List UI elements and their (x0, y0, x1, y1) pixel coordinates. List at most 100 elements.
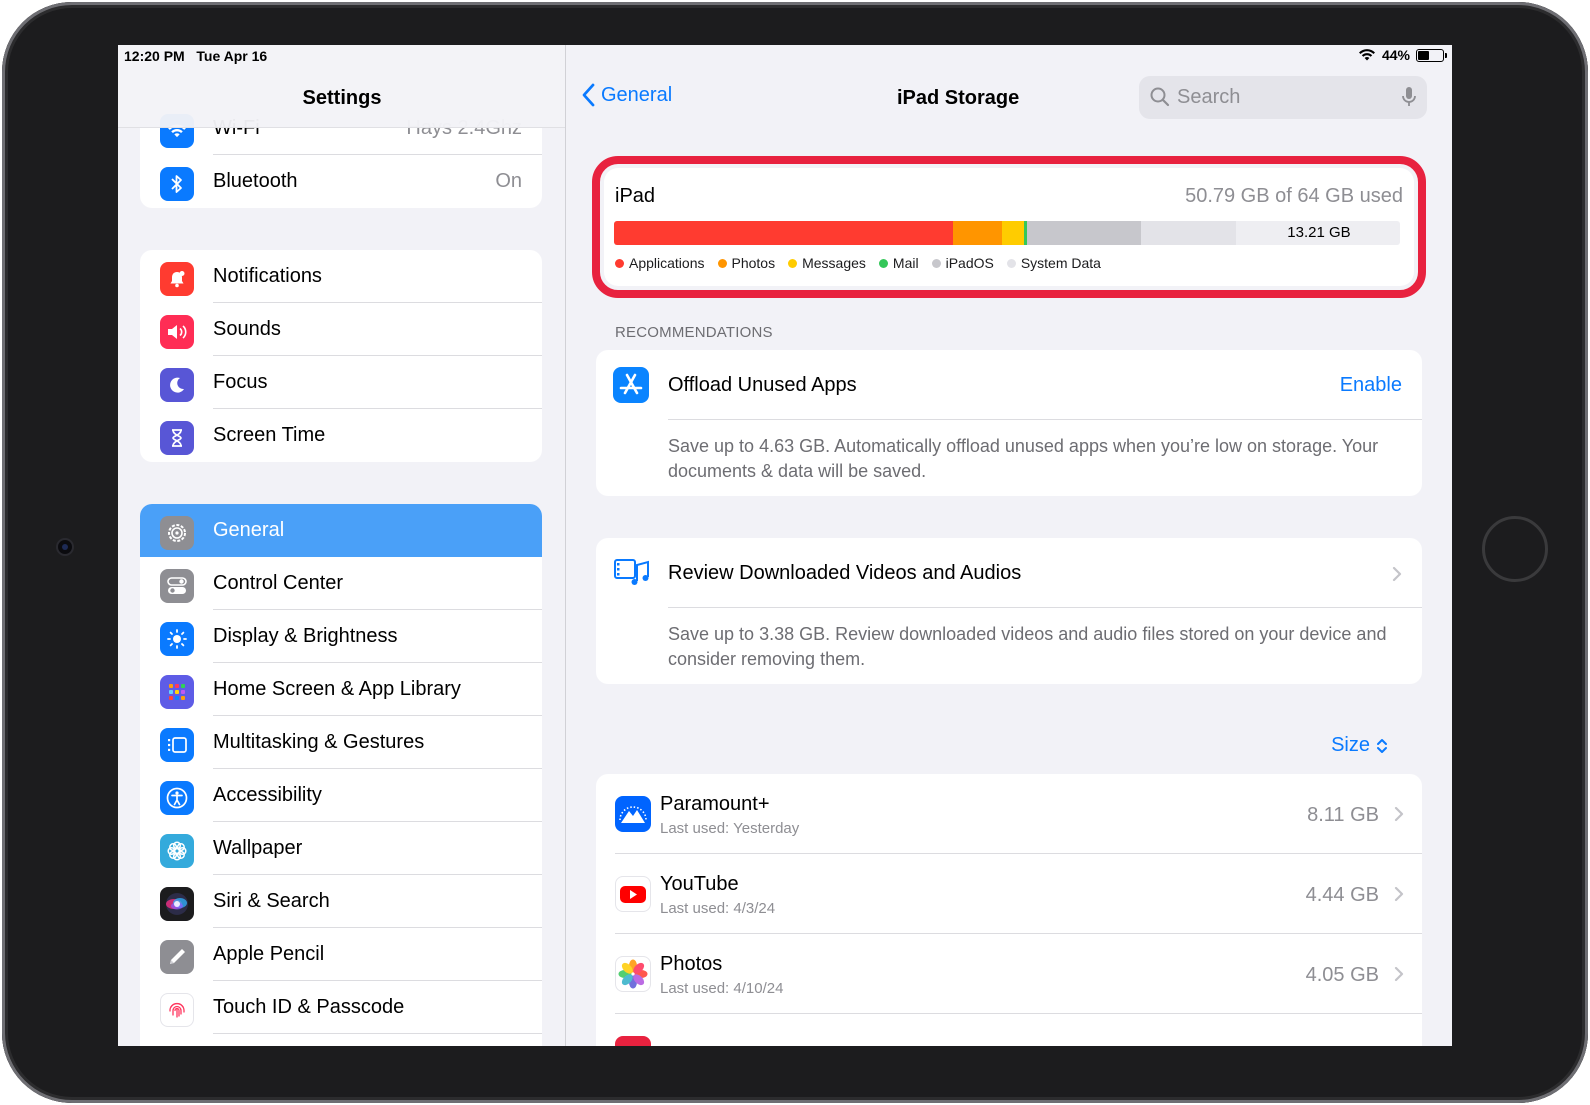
storage-segment (952, 221, 1003, 245)
divider (668, 419, 1422, 420)
sidebar-item-label: Wallpaper (213, 837, 303, 859)
storage-summary: iPad 50.79 GB of 64 GB used 13.21 GB App… (604, 168, 1414, 286)
app-last-used: Last used: 4/10/24 (660, 980, 784, 997)
accessibility-icon (160, 781, 194, 815)
sidebar-item-label: Notifications (213, 265, 322, 287)
sidebar-item-label: Focus (213, 371, 268, 393)
sun-icon (160, 622, 194, 656)
microphone-icon[interactable] (1401, 85, 1417, 109)
storage-used: 50.79 GB of 64 GB used (1185, 185, 1403, 207)
legend-dot (788, 258, 798, 268)
review-downloads-card[interactable]: Review Downloaded Videos and Audios Save… (596, 538, 1422, 684)
storage-segment (1026, 221, 1142, 245)
legend-dot (717, 258, 727, 268)
storage-bar: 13.21 GB (614, 221, 1400, 245)
video-audio-icon (613, 555, 649, 591)
status-right: 44% (1358, 47, 1447, 63)
sidebar-item-multitasking[interactable]: Multitasking & Gestures (140, 716, 542, 769)
legend-item: iPadOS (931, 255, 994, 271)
legend-item: Applications (615, 255, 705, 271)
sidebar-item-focus[interactable]: Focus (140, 356, 542, 409)
battery-icon (1416, 48, 1447, 62)
legend-dot (1006, 258, 1016, 268)
wifi-icon (1358, 49, 1375, 61)
search-input[interactable] (1177, 84, 1377, 110)
sidebar-item-accessibility[interactable]: Accessibility (140, 769, 542, 822)
back-button[interactable]: General (581, 83, 672, 107)
siri-icon (160, 887, 194, 921)
legend-dot (615, 258, 624, 268)
app-list: Paramount+ Last used: Yesterday 8.11 GB … (596, 774, 1422, 1046)
chevron-right-icon (1394, 886, 1404, 902)
legend-item: Photos (717, 255, 775, 271)
status-bar: 12:20 PM Tue Apr 16 44% (118, 45, 1452, 69)
offload-card: Offload Unused Apps Enable Save up to 4.… (596, 350, 1422, 496)
recommendations-header: RECOMMENDATIONS (615, 324, 773, 341)
legend-item: Mail (878, 255, 919, 271)
bell-icon (160, 262, 194, 296)
sidebar-item-label: Display & Brightness (213, 625, 398, 647)
review-title: Review Downloaded Videos and Audios (668, 562, 1022, 584)
sidebar-item-label: Accessibility (213, 784, 322, 806)
sidebar-item-wallpaper[interactable]: Wallpaper (140, 822, 542, 875)
screen: 12:20 PM Tue Apr 16 44% Settings Wi-Fi H… (118, 45, 1452, 1046)
sidebar-item-label: Siri & Search (213, 890, 330, 912)
sidebar-item-next[interactable] (140, 1034, 542, 1046)
sidebar-item-sounds[interactable]: Sounds (140, 303, 542, 356)
sidebar-item-general[interactable]: General (140, 504, 542, 557)
back-label: General (601, 83, 673, 106)
hourglass-icon (160, 421, 194, 455)
sidebar-item-display-brightness[interactable]: Display & Brightness (140, 610, 542, 663)
app-row-paramount[interactable]: Paramount+ Last used: Yesterday 8.11 GB (596, 774, 1422, 854)
app-last-used: Last used: 4/3/24 (660, 900, 776, 917)
app-size: 4.05 GB (1305, 964, 1379, 986)
sidebar-item-screen-time[interactable]: Screen Time (140, 409, 542, 462)
legend-dot (878, 258, 888, 268)
sidebar-title: Settings (302, 87, 382, 109)
youtube-icon (615, 876, 651, 912)
paramount-icon (615, 796, 651, 832)
app-last-used: Last used: Yesterday (660, 820, 800, 837)
bluetooth-icon (160, 167, 194, 201)
toggles-icon (160, 569, 194, 603)
app-row-youtube[interactable]: YouTube Last used: 4/3/24 4.44 GB (596, 854, 1422, 934)
app-name: Photos (660, 953, 723, 975)
storage-segment (1141, 221, 1236, 245)
sort-label: Size (1331, 734, 1370, 756)
sidebar-item-label: Multitasking & Gestures (213, 731, 425, 753)
sidebar-item-bluetooth[interactable]: Bluetooth On (140, 155, 542, 208)
offload-title: Offload Unused Apps (668, 374, 857, 396)
sort-button[interactable]: Size (1331, 734, 1388, 757)
settings-sidebar: Settings Wi-Fi Hays 2.4Ghz Bluetooth On (118, 45, 566, 1046)
legend-item: System Data (1006, 255, 1101, 271)
enable-button[interactable]: Enable (1340, 374, 1402, 397)
chevron-right-icon (1394, 966, 1404, 982)
bluetooth-status: On (495, 170, 522, 192)
sidebar-item-label: Bluetooth (213, 170, 298, 192)
sidebar-item-label: Apple Pencil (213, 943, 325, 965)
status-time: 12:20 PM Tue Apr 16 (124, 48, 268, 64)
speaker-icon (160, 315, 194, 349)
storage-segment (614, 221, 953, 245)
home-button[interactable] (1482, 516, 1548, 582)
sidebar-item-label: Touch ID & Passcode (213, 996, 405, 1018)
free-space-label: 13.21 GB (1287, 224, 1351, 241)
sidebar-item-control-center[interactable]: Control Center (140, 557, 542, 610)
app-size: 8.11 GB (1307, 804, 1379, 826)
sidebar-item-siri[interactable]: Siri & Search (140, 875, 542, 928)
chevron-up-down-icon (1377, 738, 1387, 753)
search-bar[interactable] (1139, 76, 1427, 119)
sidebar-item-notifications[interactable]: Notifications (140, 250, 542, 303)
chevron-right-icon (1394, 806, 1404, 822)
general-group: General Control Center Display & Brightn… (140, 504, 542, 1046)
sidebar-item-apple-pencil[interactable]: Apple Pencil (140, 928, 542, 981)
detail-pane: General iPad Storage iPad 50.79 GB of 64… (567, 45, 1452, 1046)
app-row-photos[interactable]: Photos Last used: 4/10/24 4.05 GB (596, 934, 1422, 1014)
offload-description: Save up to 4.63 GB. Automatically offloa… (668, 436, 1379, 481)
storage-segment (1024, 221, 1027, 245)
app-row-partial[interactable] (596, 1014, 1422, 1046)
divider (668, 607, 1422, 608)
sidebar-item-home-screen[interactable]: Home Screen & App Library (140, 663, 542, 716)
sidebar-item-touch-id[interactable]: Touch ID & Passcode (140, 981, 542, 1034)
front-camera (58, 540, 72, 554)
